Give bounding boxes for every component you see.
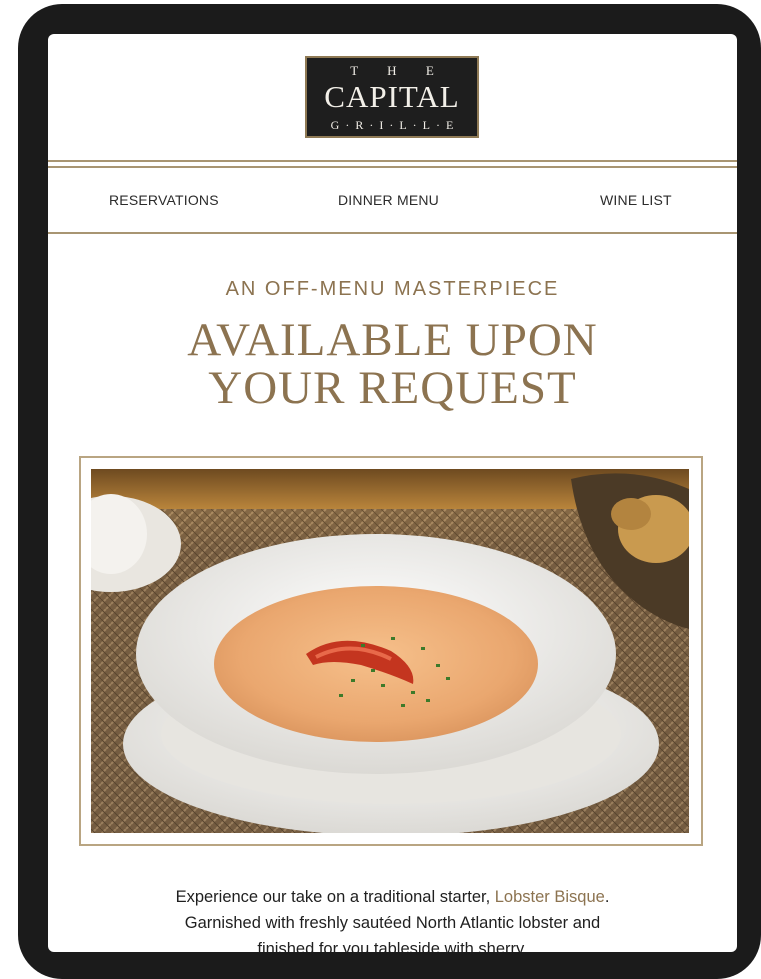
lobster-bisque-photo[interactable]	[91, 469, 689, 833]
divider-top-2	[48, 166, 737, 168]
hero-eyebrow: AN OFF-MENU MASTERPIECE	[225, 278, 560, 300]
body-line-1-prefix: Experience our take on a traditional sta…	[175, 888, 495, 906]
hero-headline-line2: YOUR REQUEST	[208, 362, 577, 414]
nav-wine-list[interactable]: WINE LIST	[600, 192, 672, 208]
capital-grille-logo[interactable]: T H E CAPITAL G·R·I·L·L·E	[305, 56, 479, 138]
body-line-3: finished for you tableside with sherry.	[257, 940, 528, 952]
divider-top-1	[48, 160, 737, 162]
logo-top-text: T H E	[350, 63, 447, 78]
divider-nav-bottom	[48, 232, 737, 234]
body-line-2: Garnished with freshly sautéed North Atl…	[184, 914, 601, 932]
hero-headline-line1: AVAILABLE UPON	[187, 314, 598, 366]
body-copy: Experience our take on a traditional sta…	[48, 884, 737, 952]
lobster-bisque-link[interactable]: Lobster Bisque	[495, 888, 605, 906]
hero-headline: AVAILABLE UPON YOUR REQUEST	[48, 316, 737, 412]
body-line-1: Experience our take on a traditional sta…	[48, 884, 737, 910]
logo-main-text: CAPITAL	[324, 79, 460, 114]
nav-dinner-menu[interactable]: DINNER MENU	[338, 192, 439, 208]
logo-bottom-text: G·R·I·L·L·E	[330, 118, 460, 132]
email-screen: T H E CAPITAL G·R·I·L·L·E RESERVATIONS D…	[48, 34, 737, 952]
nav-reservations[interactable]: RESERVATIONS	[109, 192, 219, 208]
body-line-1-suffix: .	[604, 888, 610, 906]
